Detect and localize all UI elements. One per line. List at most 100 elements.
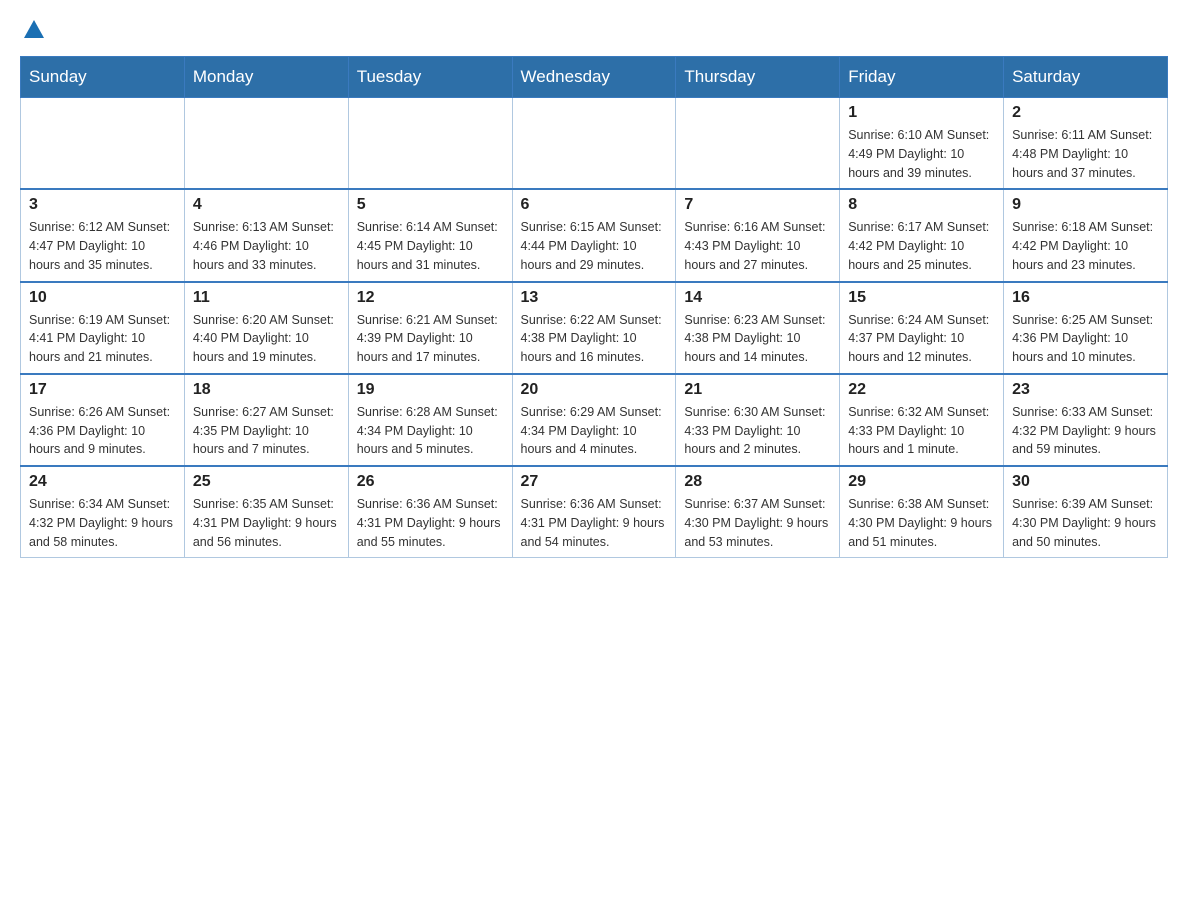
day-of-week-header: Friday [840, 57, 1004, 98]
page-header [20, 20, 1168, 40]
day-number: 15 [848, 289, 995, 307]
day-info: Sunrise: 6:34 AM Sunset: 4:32 PM Dayligh… [29, 495, 176, 551]
calendar-day-cell [348, 98, 512, 190]
calendar-day-cell: 9 Sunrise: 6:18 AM Sunset: 4:42 PM Daylig… [1004, 189, 1168, 281]
calendar-week-row: 1Sunrise: 6:10 AM Sunset: 4:49 PM Daylig… [21, 98, 1168, 190]
day-number: 10 [29, 289, 176, 307]
day-of-week-header: Saturday [1004, 57, 1168, 98]
calendar-day-cell: 28 Sunrise: 6:37 AM Sunset: 4:30 PM Dayli… [676, 466, 840, 558]
calendar-day-cell: 2 Sunrise: 6:11 AM Sunset: 4:48 PM Daylig… [1004, 98, 1168, 190]
day-number: 28 [684, 473, 831, 491]
calendar-day-cell [184, 98, 348, 190]
day-info: Sunrise: 6:12 AM Sunset: 4:47 PM Dayligh… [29, 218, 176, 274]
day-number: 27 [521, 473, 668, 491]
day-number: 11 [193, 289, 340, 307]
day-number: 16 [1012, 289, 1159, 307]
calendar-week-row: 24 Sunrise: 6:34 AM Sunset: 4:32 PM Dayli… [21, 466, 1168, 558]
day-of-week-header: Thursday [676, 57, 840, 98]
calendar-day-cell: 16 Sunrise: 6:25 AM Sunset: 4:36 PM Dayli… [1004, 282, 1168, 374]
calendar-day-cell: 30 Sunrise: 6:39 AM Sunset: 4:30 PM Dayli… [1004, 466, 1168, 558]
calendar-day-cell: 23 Sunrise: 6:33 AM Sunset: 4:32 PM Dayli… [1004, 374, 1168, 466]
day-of-week-header: Wednesday [512, 57, 676, 98]
day-number: 9 [1012, 196, 1159, 214]
calendar-day-cell: 8 Sunrise: 6:17 AM Sunset: 4:42 PM Daylig… [840, 189, 1004, 281]
day-info: Sunrise: 6:19 AM Sunset: 4:41 PM Dayligh… [29, 311, 176, 367]
logo-triangle-icon [24, 20, 44, 38]
day-number: 18 [193, 381, 340, 399]
day-info: Sunrise: 6:10 AM Sunset: 4:49 PM Dayligh… [848, 126, 995, 182]
calendar-day-cell: 18 Sunrise: 6:27 AM Sunset: 4:35 PM Dayli… [184, 374, 348, 466]
day-info: Sunrise: 6:33 AM Sunset: 4:32 PM Dayligh… [1012, 403, 1159, 459]
day-number: 2 [1012, 104, 1159, 122]
day-number: 19 [357, 381, 504, 399]
day-number: 5 [357, 196, 504, 214]
day-info: Sunrise: 6:24 AM Sunset: 4:37 PM Dayligh… [848, 311, 995, 367]
day-number: 12 [357, 289, 504, 307]
day-number: 25 [193, 473, 340, 491]
day-info: Sunrise: 6:28 AM Sunset: 4:34 PM Dayligh… [357, 403, 504, 459]
calendar-day-cell: 19 Sunrise: 6:28 AM Sunset: 4:34 PM Dayli… [348, 374, 512, 466]
day-info: Sunrise: 6:35 AM Sunset: 4:31 PM Dayligh… [193, 495, 340, 551]
calendar-day-cell: 17 Sunrise: 6:26 AM Sunset: 4:36 PM Dayli… [21, 374, 185, 466]
day-info: Sunrise: 6:15 AM Sunset: 4:44 PM Dayligh… [521, 218, 668, 274]
calendar-day-cell: 11 Sunrise: 6:20 AM Sunset: 4:40 PM Dayli… [184, 282, 348, 374]
calendar-day-cell: 12 Sunrise: 6:21 AM Sunset: 4:39 PM Dayli… [348, 282, 512, 374]
day-info: Sunrise: 6:37 AM Sunset: 4:30 PM Dayligh… [684, 495, 831, 551]
day-number: 20 [521, 381, 668, 399]
day-info: Sunrise: 6:38 AM Sunset: 4:30 PM Dayligh… [848, 495, 995, 551]
calendar-week-row: 10 Sunrise: 6:19 AM Sunset: 4:41 PM Dayli… [21, 282, 1168, 374]
day-of-week-header: Sunday [21, 57, 185, 98]
calendar-week-row: 17 Sunrise: 6:26 AM Sunset: 4:36 PM Dayli… [21, 374, 1168, 466]
day-info: Sunrise: 6:23 AM Sunset: 4:38 PM Dayligh… [684, 311, 831, 367]
calendar-day-cell [21, 98, 185, 190]
day-number: 7 [684, 196, 831, 214]
day-info: Sunrise: 6:20 AM Sunset: 4:40 PM Dayligh… [193, 311, 340, 367]
day-info: Sunrise: 6:11 AM Sunset: 4:48 PM Dayligh… [1012, 126, 1159, 182]
day-info: Sunrise: 6:16 AM Sunset: 4:43 PM Dayligh… [684, 218, 831, 274]
day-number: 3 [29, 196, 176, 214]
calendar-day-cell: 22 Sunrise: 6:32 AM Sunset: 4:33 PM Dayli… [840, 374, 1004, 466]
day-info: Sunrise: 6:17 AM Sunset: 4:42 PM Dayligh… [848, 218, 995, 274]
day-number: 14 [684, 289, 831, 307]
day-info: Sunrise: 6:18 AM Sunset: 4:42 PM Dayligh… [1012, 218, 1159, 274]
day-number: 22 [848, 381, 995, 399]
day-number: 4 [193, 196, 340, 214]
day-number: 26 [357, 473, 504, 491]
day-number: 8 [848, 196, 995, 214]
day-info: Sunrise: 6:32 AM Sunset: 4:33 PM Dayligh… [848, 403, 995, 459]
calendar-day-cell: 7 Sunrise: 6:16 AM Sunset: 4:43 PM Daylig… [676, 189, 840, 281]
calendar-day-cell: 6Sunrise: 6:15 AM Sunset: 4:44 PM Daylig… [512, 189, 676, 281]
logo [20, 20, 44, 40]
day-number: 23 [1012, 381, 1159, 399]
day-info: Sunrise: 6:29 AM Sunset: 4:34 PM Dayligh… [521, 403, 668, 459]
calendar-day-cell: 27 Sunrise: 6:36 AM Sunset: 4:31 PM Dayli… [512, 466, 676, 558]
calendar-day-cell: 15 Sunrise: 6:24 AM Sunset: 4:37 PM Dayli… [840, 282, 1004, 374]
calendar-day-cell: 1Sunrise: 6:10 AM Sunset: 4:49 PM Daylig… [840, 98, 1004, 190]
day-info: Sunrise: 6:14 AM Sunset: 4:45 PM Dayligh… [357, 218, 504, 274]
day-number: 24 [29, 473, 176, 491]
calendar-day-cell: 20 Sunrise: 6:29 AM Sunset: 4:34 PM Dayli… [512, 374, 676, 466]
calendar-header-row: SundayMondayTuesdayWednesdayThursdayFrid… [21, 57, 1168, 98]
calendar-day-cell: 29Sunrise: 6:38 AM Sunset: 4:30 PM Dayli… [840, 466, 1004, 558]
calendar-week-row: 3 Sunrise: 6:12 AM Sunset: 4:47 PM Daylig… [21, 189, 1168, 281]
day-info: Sunrise: 6:22 AM Sunset: 4:38 PM Dayligh… [521, 311, 668, 367]
calendar-day-cell [512, 98, 676, 190]
day-of-week-header: Monday [184, 57, 348, 98]
day-info: Sunrise: 6:21 AM Sunset: 4:39 PM Dayligh… [357, 311, 504, 367]
day-number: 21 [684, 381, 831, 399]
calendar-day-cell: 25 Sunrise: 6:35 AM Sunset: 4:31 PM Dayli… [184, 466, 348, 558]
day-info: Sunrise: 6:27 AM Sunset: 4:35 PM Dayligh… [193, 403, 340, 459]
calendar-day-cell: 14 Sunrise: 6:23 AM Sunset: 4:38 PM Dayli… [676, 282, 840, 374]
day-number: 30 [1012, 473, 1159, 491]
day-info: Sunrise: 6:25 AM Sunset: 4:36 PM Dayligh… [1012, 311, 1159, 367]
day-info: Sunrise: 6:26 AM Sunset: 4:36 PM Dayligh… [29, 403, 176, 459]
day-info: Sunrise: 6:39 AM Sunset: 4:30 PM Dayligh… [1012, 495, 1159, 551]
logo-general [20, 20, 44, 40]
day-of-week-header: Tuesday [348, 57, 512, 98]
calendar-day-cell: 3 Sunrise: 6:12 AM Sunset: 4:47 PM Daylig… [21, 189, 185, 281]
day-number: 17 [29, 381, 176, 399]
calendar-day-cell: 13Sunrise: 6:22 AM Sunset: 4:38 PM Dayli… [512, 282, 676, 374]
day-info: Sunrise: 6:36 AM Sunset: 4:31 PM Dayligh… [521, 495, 668, 551]
calendar-day-cell: 21Sunrise: 6:30 AM Sunset: 4:33 PM Dayli… [676, 374, 840, 466]
day-info: Sunrise: 6:36 AM Sunset: 4:31 PM Dayligh… [357, 495, 504, 551]
